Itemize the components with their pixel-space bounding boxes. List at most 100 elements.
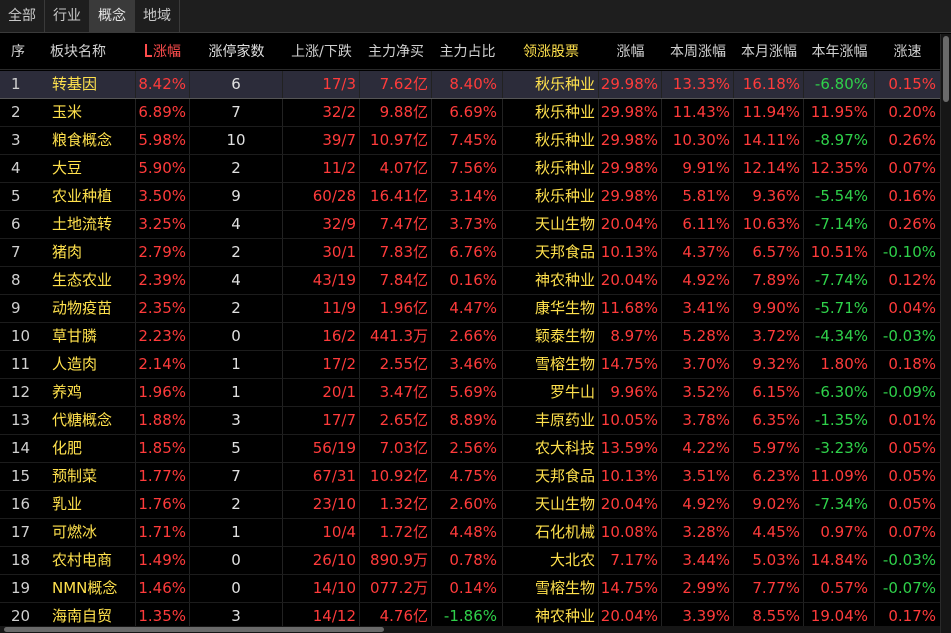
tab-region[interactable]: 地域 bbox=[135, 0, 180, 32]
cell-index: 17 bbox=[11, 523, 31, 541]
cell-up-down: 56/19 bbox=[283, 435, 360, 462]
cell-speed: 0.26% bbox=[888, 131, 936, 149]
cell-change: 1.49% bbox=[136, 547, 190, 574]
table-row[interactable]: 16 乳业 1.76% 2 23/10 1.32亿 2.60% 天山生物 20.04% 4.92%… bbox=[0, 491, 940, 519]
table-row[interactable]: 14 化肥 1.85% 5 56/19 7.03亿 2.56% 农大科技 13.59% 4.22%… bbox=[0, 435, 940, 463]
table-row[interactable]: 10 草甘膦 2.23% 0 16/2 441.3万 2.66% 颖泰生物 8.97% 5.28%… bbox=[0, 323, 940, 351]
cell-limit-up-count: 4 bbox=[190, 211, 283, 238]
col-header-leading-change[interactable]: 涨幅 bbox=[599, 34, 662, 69]
cell-main-ratio: 6.69% bbox=[432, 99, 503, 126]
cell-speed: -0.03% bbox=[882, 551, 936, 569]
cell-limit-up-count: 1 bbox=[190, 379, 283, 406]
cell-limit-up-count: 7 bbox=[190, 99, 283, 126]
cell-speed: 0.05% bbox=[888, 467, 936, 485]
cell-up-down: 17/3 bbox=[283, 71, 360, 98]
cell-leading-change: 10.13% bbox=[599, 463, 662, 490]
cell-index: 3 bbox=[11, 131, 21, 149]
table-row[interactable]: 4 大豆 5.90% 2 11/2 4.07亿 7.56% 秋乐种业 29.98% 9.91% 12… bbox=[0, 155, 940, 183]
cell-month-change: 9.36% bbox=[734, 183, 804, 210]
tab-concept[interactable]: 概念 bbox=[90, 0, 135, 32]
cell-year-change: -7.74% bbox=[804, 267, 875, 294]
table-row[interactable]: 11 人造肉 2.14% 1 17/2 2.55亿 3.46% 雪榕生物 14.75% 3.70%… bbox=[0, 351, 940, 379]
cell-year-change: -3.23% bbox=[804, 435, 875, 462]
col-header-name[interactable]: 板块名称 bbox=[40, 34, 136, 69]
col-header-main-net-buy[interactable]: 主力净买 bbox=[360, 34, 432, 69]
cell-sector-name: 生态农业 bbox=[40, 267, 136, 294]
table-row[interactable]: 13 代糖概念 1.88% 3 17/7 2.65亿 8.89% 丰原药业 10.05% 3.78… bbox=[0, 407, 940, 435]
cell-main-net-buy: 16.41亿 bbox=[360, 183, 432, 210]
table-row[interactable]: 19 NMN概念 1.46% 0 14/10 077.2万 0.14% 雪榕生物 14.75% 2… bbox=[0, 575, 940, 603]
cell-main-net-buy: 2.55亿 bbox=[360, 351, 432, 378]
cell-main-net-buy: 7.83亿 bbox=[360, 239, 432, 266]
col-header-week-change[interactable]: 本周涨幅 bbox=[662, 34, 734, 69]
cell-speed: 0.05% bbox=[888, 495, 936, 513]
cell-week-change: 6.11% bbox=[662, 211, 734, 238]
cell-leading-change: 20.04% bbox=[599, 267, 662, 294]
table-row[interactable]: 1 转基因 8.42% 6 17/3 7.62亿 8.40% 秋乐种业 29.98% 13.33%… bbox=[0, 71, 940, 99]
cell-sector-name: 粮食概念 bbox=[40, 127, 136, 154]
col-header-up-down[interactable]: 上涨/下跌 bbox=[283, 34, 360, 69]
tab-all[interactable]: 全部 bbox=[0, 0, 45, 32]
cell-limit-up-count: 1 bbox=[190, 519, 283, 546]
tab-industry[interactable]: 行业 bbox=[45, 0, 90, 32]
table-row[interactable]: 9 动物疫苗 2.35% 2 11/9 1.96亿 4.47% 康华生物 11.68% 3.41%… bbox=[0, 295, 940, 323]
table-row[interactable]: 2 玉米 6.89% 7 32/2 9.88亿 6.69% 秋乐种业 29.98% 11.43% 1… bbox=[0, 99, 940, 127]
cell-change: 2.14% bbox=[136, 351, 190, 378]
col-header-index[interactable]: 序 bbox=[0, 34, 40, 69]
col-header-year-change[interactable]: 本年涨幅 bbox=[804, 34, 875, 69]
cell-main-net-buy: 1.96亿 bbox=[360, 295, 432, 322]
col-header-limit-up-count[interactable]: 涨停家数 bbox=[190, 34, 283, 69]
cell-limit-up-count: 0 bbox=[190, 547, 283, 574]
table-row[interactable]: 8 生态农业 2.39% 4 43/19 7.84亿 0.16% 神农种业 20.04% 4.92… bbox=[0, 267, 940, 295]
cell-speed: -0.09% bbox=[882, 383, 936, 401]
cell-main-ratio: 7.45% bbox=[432, 127, 503, 154]
cell-main-ratio: 2.56% bbox=[432, 435, 503, 462]
horizontal-scrollbar[interactable] bbox=[0, 626, 940, 633]
cell-leading-stock: 天邦食品 bbox=[503, 239, 599, 266]
cell-leading-stock: 天山生物 bbox=[503, 491, 599, 518]
cell-main-ratio: 6.76% bbox=[432, 239, 503, 266]
cell-year-change: -5.71% bbox=[804, 295, 875, 322]
cell-month-change: 6.35% bbox=[734, 407, 804, 434]
cell-main-ratio: 0.78% bbox=[432, 547, 503, 574]
table-row[interactable]: 5 农业种植 3.50% 9 60/28 16.41亿 3.14% 秋乐种业 29.98% 5.8… bbox=[0, 183, 940, 211]
cell-leading-change: 29.98% bbox=[599, 99, 662, 126]
cell-main-ratio: 8.40% bbox=[432, 71, 503, 98]
cell-week-change: 3.44% bbox=[662, 547, 734, 574]
cell-year-change: -8.97% bbox=[804, 127, 875, 154]
cell-speed: 0.07% bbox=[888, 159, 936, 177]
cell-main-ratio: 5.69% bbox=[432, 379, 503, 406]
cell-leading-stock: 天邦食品 bbox=[503, 463, 599, 490]
table-row[interactable]: 7 猪肉 2.79% 2 30/1 7.83亿 6.76% 天邦食品 10.13% 4.37% 6.… bbox=[0, 239, 940, 267]
col-header-month-change[interactable]: 本月涨幅 bbox=[734, 34, 804, 69]
table-row[interactable]: 12 养鸡 1.96% 1 20/1 3.47亿 5.69% 罗牛山 9.96% 3.52% 6.1… bbox=[0, 379, 940, 407]
cell-year-change: -7.14% bbox=[804, 211, 875, 238]
cell-sector-name: 化肥 bbox=[40, 435, 136, 462]
cell-leading-stock: 丰原药业 bbox=[503, 407, 599, 434]
cell-week-change: 3.70% bbox=[662, 351, 734, 378]
cell-sector-name: 人造肉 bbox=[40, 351, 136, 378]
cell-main-ratio: 3.14% bbox=[432, 183, 503, 210]
col-header-main-ratio[interactable]: 主力占比 bbox=[432, 34, 503, 69]
vertical-scrollbar[interactable] bbox=[940, 34, 951, 633]
table-row[interactable]: 3 粮食概念 5.98% 10 39/7 10.97亿 7.45% 秋乐种业 29.98% 10.… bbox=[0, 127, 940, 155]
cell-week-change: 4.92% bbox=[662, 491, 734, 518]
cell-leading-stock: 天山生物 bbox=[503, 211, 599, 238]
cell-year-change: 12.35% bbox=[804, 155, 875, 182]
horizontal-scroll-thumb[interactable] bbox=[4, 627, 384, 632]
cell-sector-name: 农村电商 bbox=[40, 547, 136, 574]
table-row[interactable]: 15 预制菜 1.77% 7 67/31 10.92亿 4.75% 天邦食品 10.13% 3.5… bbox=[0, 463, 940, 491]
cell-month-change: 12.14% bbox=[734, 155, 804, 182]
cell-main-net-buy: 4.07亿 bbox=[360, 155, 432, 182]
vertical-scroll-thumb[interactable] bbox=[943, 36, 949, 102]
col-header-speed[interactable]: 涨速 bbox=[875, 34, 940, 69]
cell-month-change: 9.32% bbox=[734, 351, 804, 378]
col-header-change[interactable]: 涨幅 bbox=[136, 34, 190, 69]
table-row[interactable]: 17 可燃冰 1.71% 1 10/4 1.72亿 4.48% 石化机械 10.08% 3.28%… bbox=[0, 519, 940, 547]
cell-speed: 0.20% bbox=[888, 103, 936, 121]
table-row[interactable]: 18 农村电商 1.49% 0 26/10 890.9万 0.78% 大北农 7.17% 3.44… bbox=[0, 547, 940, 575]
cell-leading-stock: 神农种业 bbox=[503, 267, 599, 294]
table-row[interactable]: 6 土地流转 3.25% 4 32/9 7.47亿 3.73% 天山生物 20.04% 6.11%… bbox=[0, 211, 940, 239]
cell-sector-name: 可燃冰 bbox=[40, 519, 136, 546]
col-header-leading-stock[interactable]: 领涨股票 bbox=[503, 34, 599, 69]
